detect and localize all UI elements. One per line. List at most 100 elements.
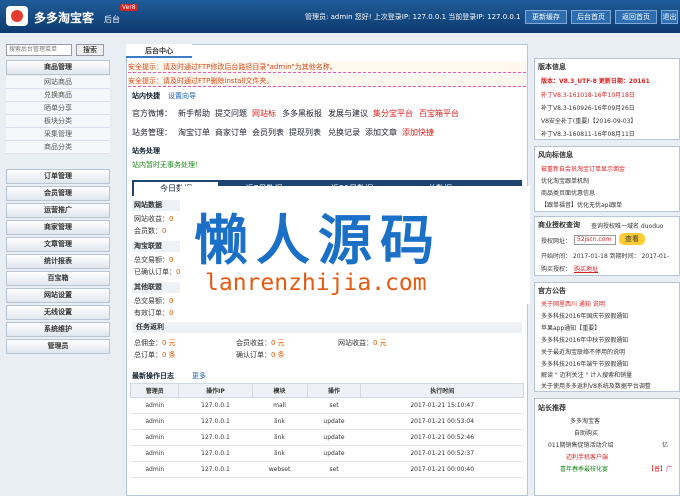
- cell: admin: [130, 413, 179, 430]
- version-badge: Ver8: [120, 4, 138, 11]
- notice-item[interactable]: 解读 " 迈利关注 " 计入搜索和销量: [541, 370, 632, 379]
- cell: update: [307, 445, 361, 462]
- add-article-link[interactable]: 添加文章: [365, 127, 397, 138]
- baibaoxiang-link[interactable]: 百宝箱平台: [419, 108, 459, 119]
- cell: 2017-01-21 00:00:40: [360, 461, 524, 478]
- stat-line: 已确认订单：0: [134, 268, 181, 276]
- row-label: 官方微博：: [132, 109, 172, 118]
- withdraw-list-link[interactable]: 提现列表: [289, 127, 321, 138]
- risk-item[interactable]: 被重新自会员淘宝订单显示佣金: [541, 164, 625, 173]
- taobao-orders-link[interactable]: 淘宝订单: [178, 127, 210, 138]
- row-label: 站务管理：: [132, 128, 172, 137]
- menu-group-maintenance[interactable]: 系统维护: [6, 322, 110, 337]
- cell: 127.0.0.1: [178, 429, 253, 446]
- cell: 127.0.0.1: [178, 413, 253, 430]
- table-row: admin 127.0.0.1 link update 2017-01-21 0…: [130, 413, 524, 430]
- col-header: 模块: [251, 383, 308, 398]
- auth-domain-field[interactable]: 52jscn.com: [574, 235, 616, 245]
- admin-home-button[interactable]: 后台首页: [571, 10, 611, 24]
- cell: link: [252, 413, 308, 430]
- menu-group-toolbox[interactable]: 百宝箱: [6, 271, 110, 286]
- cell: mall: [252, 397, 308, 414]
- auth-dates: 开始时间： 2017-01-18 到期时间： 2017-01-: [541, 253, 669, 260]
- submit-issue-link[interactable]: 提交问题: [215, 108, 247, 119]
- refresh-cache-button[interactable]: 更新缓存: [525, 10, 567, 24]
- notice-item[interactable]: 关于网里西川 通知 说明: [541, 299, 605, 308]
- menu-group-admins[interactable]: 管理员: [6, 339, 110, 354]
- cell: admin: [130, 429, 179, 446]
- risk-item[interactable]: 【跟单福音】优化无忧api跟单: [541, 200, 622, 209]
- cell: set: [307, 461, 361, 478]
- recommend-item[interactable]: 自助购买: [574, 428, 598, 437]
- menu-item[interactable]: 板块分类: [6, 115, 110, 128]
- menu-item[interactable]: 网站商品: [6, 76, 110, 89]
- auth-query: 查询授权唯一域名 duoduo: [591, 223, 664, 230]
- notice-item[interactable]: 苹果app通知【重要】: [541, 323, 600, 332]
- member-list-link[interactable]: 会员列表: [252, 127, 284, 138]
- cell: link: [252, 445, 308, 462]
- task-title: 任务返利: [132, 322, 522, 333]
- security-notice: 安全提示：请及时通过FTP修改后台路径目录"admin"为其他名称。: [128, 61, 526, 73]
- recommend-item[interactable]: 喜年春季最核化宴: [560, 464, 608, 473]
- logout-button[interactable]: 退出: [661, 10, 678, 24]
- security-notice: 安全提示：请及时通过FTP删除install文件夹。: [128, 75, 526, 87]
- merchant-orders-link[interactable]: 商家订单: [215, 127, 247, 138]
- auth-view-button[interactable]: 查看: [619, 233, 645, 245]
- risk-item[interactable]: 商品类页面优惠信息: [541, 188, 595, 197]
- patch-item[interactable]: 补丁V8.3-160811-16年08月11日: [541, 129, 635, 138]
- cell: admin: [130, 445, 179, 462]
- patch-item[interactable]: V8安全补丁(重要)【2016-09-03】: [541, 116, 636, 125]
- menu-group-wireless[interactable]: 无线设置: [6, 305, 110, 320]
- auth-status-label: 购买授权：: [541, 266, 572, 273]
- official-title: 官方公告: [538, 287, 566, 295]
- stat-line: 有效订单：0: [134, 309, 174, 317]
- stat-line: 总佣金：0 元: [134, 339, 176, 347]
- menu-item[interactable]: 采集管理: [6, 128, 110, 141]
- help-link[interactable]: 新手帮助: [178, 108, 210, 119]
- notice-item[interactable]: 关于最近淘宝联络不停用的说明: [541, 347, 625, 356]
- log-more-link[interactable]: 更多: [192, 371, 206, 381]
- notice-item[interactable]: 多多科技2016年中秋节放假通知: [541, 335, 628, 344]
- notice-item[interactable]: 关于使用多多返利V8系统及数据平台调整: [541, 381, 651, 390]
- exchange-record-link[interactable]: 兑换记录: [328, 127, 360, 138]
- menu-group-promotion[interactable]: 运营推广: [6, 203, 110, 218]
- notice-item[interactable]: 多多科技2016年端午节放假通知: [541, 359, 628, 368]
- menu-item[interactable]: 兑换商品: [6, 89, 110, 102]
- patch-item[interactable]: 补丁V8.3-161018-16年10月18日: [541, 90, 635, 99]
- menu-search-button[interactable]: 搜索: [76, 44, 104, 56]
- cell: 127.0.0.1: [178, 397, 253, 414]
- patch-item[interactable]: 补丁V8.3-160926-16年09月26日: [541, 103, 635, 112]
- sidebar: 搜索 商品管理 网站商品 兑换商品 晒单分享 板块分类 采集管理 商品分类 订单…: [6, 42, 110, 492]
- recommend-side: 【普】广: [648, 466, 673, 473]
- setup-wizard-link[interactable]: 设置向导: [168, 91, 196, 101]
- menu-group-merchants[interactable]: 商家管理: [6, 220, 110, 235]
- menu-search-input[interactable]: [6, 44, 72, 56]
- tab-admin-center[interactable]: 后台中心: [126, 44, 192, 58]
- stat-line: 总交易额：0: [134, 297, 174, 305]
- auth-buy-link[interactable]: 购买地址: [574, 264, 598, 273]
- add-shortcut-link[interactable]: 添加快捷: [402, 127, 434, 138]
- recommend-item[interactable]: 011期销售促销活动介绍: [548, 440, 613, 449]
- menu-group-reports[interactable]: 统计报表: [6, 254, 110, 269]
- jifenbao-link[interactable]: 集分宝平台: [373, 108, 413, 119]
- menu-group-goods[interactable]: 商品管理: [6, 60, 110, 75]
- menu-group-members[interactable]: 会员管理: [6, 186, 110, 201]
- menu-group-orders[interactable]: 订单管理: [6, 169, 110, 184]
- brand-title: 多多淘宝客: [34, 11, 95, 25]
- site-mark-link[interactable]: 网站标: [252, 108, 276, 119]
- menu-item[interactable]: 商品分类: [6, 141, 110, 154]
- site-home-button[interactable]: 返回首页: [615, 10, 657, 24]
- log-table: 管理员 操作IP 模块 操作 执行时间 admin 127.0.0.1 mall…: [129, 383, 524, 478]
- recommend-item[interactable]: 多多淘宝客: [570, 416, 600, 425]
- cell: update: [307, 413, 361, 430]
- menu-item[interactable]: 晒单分享: [6, 102, 110, 115]
- table-row: admin 127.0.0.1 link update 2017-01-21 0…: [130, 445, 524, 462]
- menu-group-site-settings[interactable]: 网站设置: [6, 288, 110, 303]
- menu-group-articles[interactable]: 文章管理: [6, 237, 110, 252]
- risk-item[interactable]: 优化淘宝跟单机制: [541, 176, 589, 185]
- cell: link: [252, 429, 308, 446]
- recommend-item[interactable]: 迈利手机客户端: [566, 452, 608, 461]
- suggestion-link[interactable]: 发展与建议: [328, 108, 368, 119]
- blackboard-link[interactable]: 多多黑板报: [282, 108, 322, 119]
- notice-item[interactable]: 多多科技2016年国庆节放假通知: [541, 311, 628, 320]
